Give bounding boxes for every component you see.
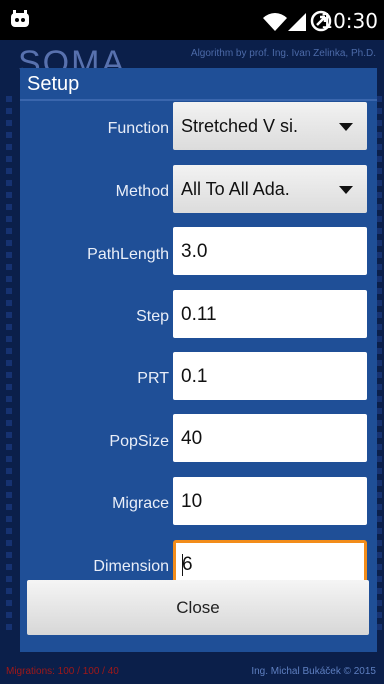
function-label: Function [107,120,169,137]
function-dropdown[interactable]: Stretched V si. [173,102,367,150]
migrace-label: Migrace [112,495,169,512]
prt-field[interactable]: 0.1 [173,352,367,400]
chevron-down-icon [339,123,353,131]
signal-icon [288,13,306,31]
close-button[interactable]: Close [27,580,369,635]
status-time: 10:30 [320,9,378,33]
chevron-down-icon [339,186,353,194]
method-dropdown[interactable]: All To All Ada. [173,165,367,213]
popsize-label: PopSize [109,433,169,450]
function-value: Stretched V si. [181,116,299,136]
status-bar: 10:30 [0,0,384,40]
method-value: All To All Ada. [181,179,290,199]
wifi-icon [263,13,287,31]
method-label: Method [115,183,169,200]
popsize-field[interactable]: 40 [173,414,367,462]
dialog-title-bar: Setup [20,68,377,99]
dimension-value: 6 [182,554,193,575]
pathlength-field[interactable]: 3.0 [173,227,367,275]
background-migrations-text: Migrations: 100 / 100 / 40 [6,666,119,677]
migrace-field[interactable]: 10 [173,477,367,525]
dialog-title-divider [20,99,377,101]
popsize-value: 40 [181,428,203,449]
step-label: Step [136,308,169,325]
migrace-value: 10 [181,491,203,512]
dialog-title: Setup [27,73,80,95]
dimension-label: Dimension [93,558,169,575]
background-credit-bottom: Ing. Michal Bukáček © 2015 [251,666,376,677]
background-credit-top: Algorithm by prof. Ing. Ivan Zelinka, Ph… [190,48,376,59]
prt-value: 0.1 [181,366,208,387]
app-notification-icon [11,10,29,27]
background-strip-left [6,96,12,636]
setup-dialog: Setup Function Stretched V si. Method Al… [20,68,377,652]
pathlength-value: 3.0 [181,241,208,262]
step-value: 0.11 [181,304,217,325]
prt-label: PRT [137,370,169,387]
pathlength-label: PathLength [87,246,169,263]
step-field[interactable]: 0.11 [173,290,367,338]
